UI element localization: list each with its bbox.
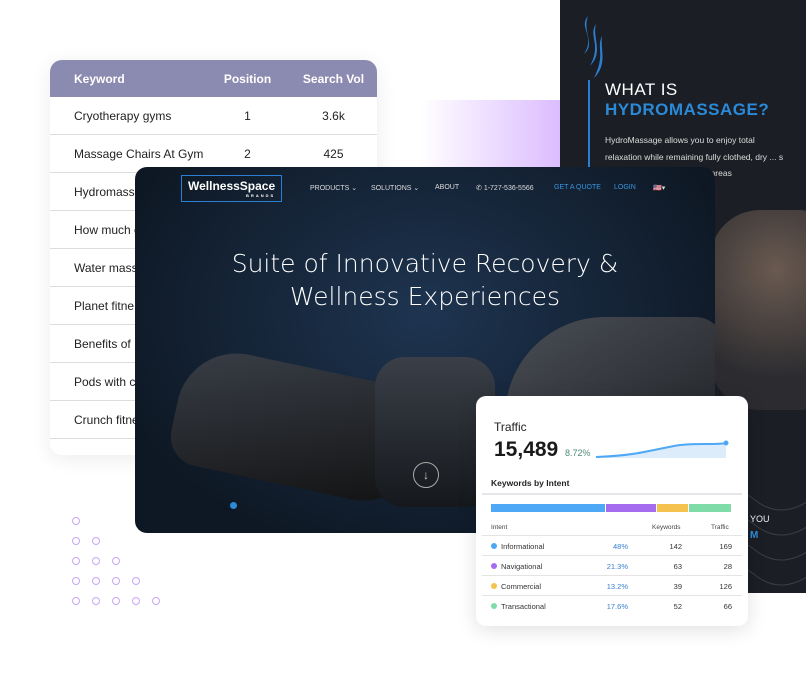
nav-about[interactable]: ABOUT (435, 184, 459, 191)
intent-traffic: 28 (723, 562, 732, 571)
decorative-gradient (420, 100, 570, 170)
decorative-dot (132, 597, 140, 605)
intent-name: Informational (501, 542, 545, 551)
get-a-quote-link[interactable]: GET A QUOTE (554, 184, 601, 191)
carousel-dot[interactable] (230, 502, 237, 509)
intent-color-dot (491, 563, 497, 569)
intent-bar-segment (605, 504, 657, 512)
col-search-vol: Search Vol (302, 71, 365, 86)
intent-share: 17.6% (606, 602, 628, 611)
intent-bar-segment (689, 504, 731, 512)
intent-color-dot (491, 603, 497, 609)
promo-footer-accent: M (750, 530, 759, 541)
intent-distribution-bar (491, 504, 731, 512)
col-position: Position (223, 71, 272, 86)
decorative-dot (72, 537, 80, 545)
intent-share: 13.2% (606, 582, 628, 591)
intent-share: 21.3% (606, 562, 628, 571)
keyword-table-header: Keyword Position Search Vol (50, 60, 377, 97)
decorative-dot (152, 597, 160, 605)
traffic-value: 15,489 (494, 438, 559, 461)
language-flag-dropdown[interactable]: 🇺🇸▾ (653, 184, 665, 192)
decorative-dot (92, 597, 100, 605)
col-keyword: Keyword (74, 71, 125, 86)
col-keywords: Keywords (652, 524, 681, 531)
decorative-dot (112, 557, 120, 565)
table-cell: Cryotherapy gyms (74, 108, 172, 123)
intent-row: Transactional 17.6% 52 66 (482, 595, 742, 615)
flame-logo-icon (584, 16, 603, 78)
intent-traffic: 169 (719, 542, 732, 551)
traffic-label: Traffic (494, 420, 527, 434)
decorative-dot (132, 577, 140, 585)
nav-phone[interactable]: ✆ 1-727-536-5566 (476, 184, 534, 192)
decorative-dot (112, 577, 120, 585)
intent-row: Informational 48% 142 169 (482, 535, 742, 555)
divider (482, 493, 742, 495)
decorative-dot (72, 517, 80, 525)
person-in-massage-chair-image (710, 210, 806, 410)
intent-share: 48% (612, 542, 628, 551)
intent-keywords: 142 (669, 542, 682, 551)
intent-name: Navigational (501, 562, 543, 571)
intent-row: Commercial 13.2% 39 126 (482, 575, 742, 595)
accent-line (588, 80, 590, 180)
decorative-dot (92, 577, 100, 585)
intent-keywords: 63 (673, 562, 682, 571)
decorative-dot (72, 577, 80, 585)
intent-color-dot (491, 543, 497, 549)
intent-keywords: 39 (673, 582, 682, 591)
intent-traffic: 66 (723, 602, 732, 611)
table-cell: 425 (323, 146, 344, 161)
col-intent: Intent (491, 524, 508, 531)
decorative-dot (112, 597, 120, 605)
intent-bar-segment (491, 504, 605, 512)
col-traffic: Traffic (711, 524, 729, 531)
hero-title: Suite of Innovative Recovery & Wellness E… (231, 249, 619, 311)
nav-products[interactable]: PRODUCTS ⌄ (310, 184, 357, 192)
promo-title: WHAT IS (605, 80, 678, 99)
table-cell: 3.6k (322, 108, 345, 123)
decorative-dot (92, 537, 100, 545)
intent-traffic: 126 (719, 582, 732, 591)
traffic-card: Traffic 15,489 8.72% Keywords by Intent … (476, 396, 748, 626)
login-link[interactable]: LOGIN (614, 184, 636, 191)
intent-name: Commercial (501, 582, 542, 591)
decorative-dot (72, 557, 80, 565)
table-cell: 2 (244, 146, 251, 161)
keywords-by-intent-title: Keywords by Intent (491, 478, 570, 488)
site-nav: WellnessSpace BRANDS PRODUCTS ⌄ SOLUTIONS… (135, 175, 715, 202)
decorative-dot (92, 557, 100, 565)
decorative-dot (72, 597, 80, 605)
table-cell: Massage Chairs At Gym (74, 146, 204, 161)
intent-keywords: 52 (673, 602, 682, 611)
arrow-down-circle-icon[interactable]: ↓ (413, 462, 439, 488)
traffic-change: 8.72% (565, 448, 591, 458)
traffic-sparkline (595, 440, 729, 458)
intent-bar-segment (657, 504, 689, 512)
promo-footer-text: YOU (750, 514, 770, 524)
promo-title-accent: HYDROMASSAGE? (605, 100, 770, 119)
table-row: Cryotherapy gyms 1 3.6k (50, 97, 377, 135)
intent-row: Navigational 21.3% 63 28 (482, 555, 742, 575)
wellnessspace-logo[interactable]: WellnessSpace BRANDS (181, 175, 283, 202)
nav-solutions[interactable]: SOLUTIONS ⌄ (371, 184, 419, 192)
table-cell: 1 (244, 108, 251, 123)
intent-name: Transactional (501, 602, 546, 611)
intent-color-dot (491, 583, 497, 589)
